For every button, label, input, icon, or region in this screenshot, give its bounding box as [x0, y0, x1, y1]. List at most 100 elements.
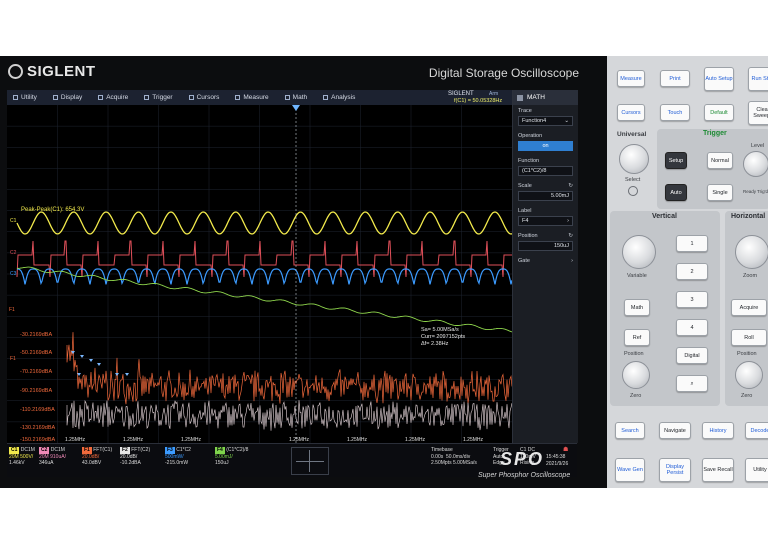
menu-acquire[interactable]: Acquire [98, 94, 128, 101]
menu-display[interactable]: Display [52, 94, 82, 101]
channel-prefix: 20M [9, 453, 19, 460]
channel-2-button[interactable]: 2 [676, 263, 708, 280]
auto-setup-button[interactable]: Auto Setup [704, 67, 734, 91]
menu-label: Cursors [196, 94, 220, 101]
measure-icon [235, 95, 241, 100]
math-panel-header: MATH [513, 90, 578, 105]
channel-descriptor[interactable]: F3 C1*C2 500mW/-215.0mW [165, 447, 191, 467]
front-panel: Measure Print Auto Setup Run Stop Cursor… [607, 56, 768, 488]
scale-label: Scale [518, 183, 532, 189]
timebase-info[interactable]: Timebase 0.00s 50.0ms/div 2.50Mpts 5.00M… [431, 447, 477, 467]
trigger-single-button[interactable]: Single [707, 184, 733, 201]
function-field[interactable]: (C1*C2)/8 [518, 166, 573, 176]
wave-gen-button[interactable]: Wave Gen [615, 458, 645, 482]
menu-measure[interactable]: Measure [235, 94, 269, 101]
digital-button[interactable]: Digital [676, 347, 708, 364]
vertical-group: Vertical Variable 1 2 3 4 Math Ref Digit… [610, 211, 720, 406]
select-label: Select [625, 177, 641, 183]
display-icon [52, 95, 58, 100]
vertical-position-knob[interactable] [622, 361, 650, 389]
menu-analysis[interactable]: Analysis [323, 94, 355, 101]
navigation-thumbnail[interactable] [291, 447, 329, 475]
menu-math[interactable]: Math [284, 94, 307, 101]
navigate-button[interactable]: Navigate [659, 422, 691, 439]
sample-rate: 5.00MSa/s [452, 460, 477, 467]
label-value: F4 [522, 218, 529, 224]
universal-knob[interactable] [619, 144, 649, 174]
channel-4-button[interactable]: 4 [676, 319, 708, 336]
chevron-down-icon: ⌄ [564, 118, 569, 124]
measure-button[interactable]: Measure [617, 70, 645, 87]
fft-level: -130.2169dBA [20, 425, 55, 431]
ref-button[interactable]: Ref [624, 329, 650, 346]
level-label: Level [751, 143, 765, 149]
channel-tag: F4 [215, 447, 225, 454]
menu-label: Acquire [106, 94, 129, 101]
channel-descriptor[interactable]: C1 DC1M 20M 500V/1.46kV [9, 447, 35, 467]
trigger-normal-button[interactable]: Normal [707, 152, 733, 169]
channel-descriptor[interactable]: C2 DC1M 20M 910uA/346uA [39, 447, 66, 467]
trace-select[interactable]: Function4 ⌄ [518, 116, 573, 126]
run-stop-button[interactable]: Run Stop [748, 67, 768, 91]
menu-cursors[interactable]: Cursors [188, 94, 220, 101]
history-button[interactable]: History [702, 422, 734, 439]
display-persist-button[interactable]: Display Persist [659, 458, 691, 482]
utility-button[interactable]: Utility [745, 458, 768, 482]
horizontal-position-knob[interactable] [735, 361, 763, 389]
chevron-right-icon: › [571, 258, 573, 264]
h-zero-label: Zero [741, 393, 753, 399]
menu-utility[interactable]: Utility [13, 94, 37, 101]
clear-sweeps-button[interactable]: Clear Sweeps [748, 101, 768, 125]
series-logo: SPO [500, 449, 545, 469]
trigger-level-knob[interactable] [743, 151, 768, 177]
channel-offset: -215.0mW [165, 460, 189, 467]
cursors-button[interactable]: Cursors [617, 104, 645, 121]
close-icon[interactable] [517, 94, 523, 101]
trigger-setup-button[interactable]: Setup [665, 152, 687, 169]
channel-descriptor[interactable]: F1 FFT(C1) 20.0dB/43.0dBV [82, 447, 112, 467]
acquisition-state: Arm [489, 91, 499, 97]
channel-descriptor[interactable]: F4 (C1*C2)/8 5.00mJ/150uJ [215, 447, 248, 467]
channel-1-button[interactable]: 1 [676, 235, 708, 252]
cursors-icon [188, 95, 194, 100]
label-field[interactable]: F4 › [518, 216, 573, 226]
vertical-scale-knob[interactable] [622, 235, 656, 269]
channel-scale: 910uA/ [50, 453, 66, 460]
default-button[interactable]: Default [704, 104, 734, 121]
channel-3-button[interactable]: 3 [676, 291, 708, 308]
channel-offset: -10.2dBA [120, 460, 141, 467]
decode-button[interactable]: Decode [745, 422, 768, 439]
fft-level: -110.2169dBA [20, 407, 55, 413]
search-button[interactable]: Search [615, 422, 645, 439]
channel-scale: 500V/ [20, 453, 34, 460]
search-icon: ⌕ [690, 380, 694, 387]
roll-button[interactable]: Roll [731, 329, 767, 346]
math-button[interactable]: Math [624, 299, 650, 316]
search-lens-button[interactable]: ⌕ [676, 375, 708, 392]
touch-button[interactable]: Touch [660, 104, 690, 121]
network-icon[interactable]: ☗ [563, 446, 570, 453]
print-button[interactable]: Print [660, 70, 690, 87]
chevron-right-icon: › [567, 218, 569, 224]
history-icon[interactable] [628, 186, 638, 196]
fft-sample-rate: Sa= 5.00MSa/s [421, 327, 459, 333]
position-field[interactable]: 150uJ [518, 241, 573, 251]
save-recall-button[interactable]: Save Recall [702, 458, 734, 482]
fft-resolution: Δf= 2.38Hz [421, 341, 449, 347]
menu-label: Trigger [152, 94, 173, 101]
scale-field[interactable]: 5.00mJ [518, 191, 573, 201]
operation-toggle[interactable]: on [518, 141, 573, 151]
waveform-area[interactable]: Peak-Peak(C1): 654.3V C1 C2 C3 F1 F1 -30… [7, 105, 512, 443]
menu-label: Utility [21, 94, 37, 101]
utility-icon [13, 95, 18, 100]
trigger-auto-button[interactable]: Auto [665, 184, 687, 201]
top-menu-bar: Utility Display Acquire Trigger Cursors … [7, 90, 512, 105]
timebase-knob[interactable] [735, 235, 768, 269]
operation-value: on [542, 143, 549, 149]
frequency-readout: f(C1) = 50.05328Hz [454, 98, 503, 104]
acquire-button[interactable]: Acquire [731, 299, 767, 316]
siglent-logo-icon [8, 64, 23, 79]
channel-descriptor[interactable]: F2 FFT(C2) 20.0dB/-10.2dBA [120, 447, 150, 467]
menu-trigger[interactable]: Trigger [144, 94, 173, 101]
trace-value: Function4 [522, 118, 547, 124]
